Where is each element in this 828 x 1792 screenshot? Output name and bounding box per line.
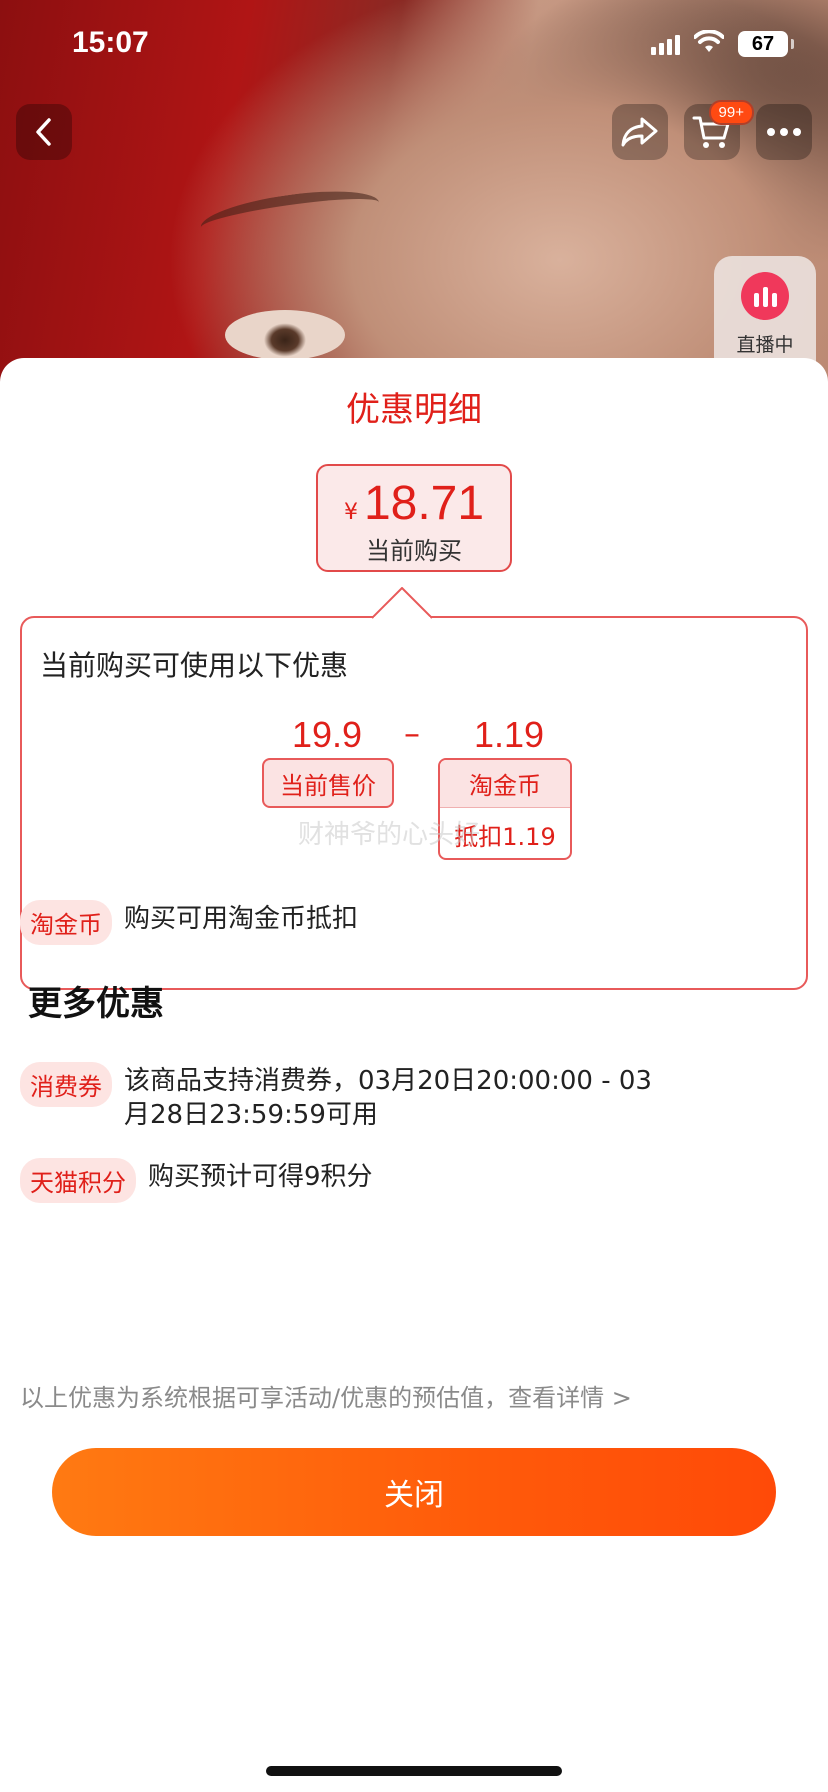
currency-symbol: ¥ <box>343 500 358 525</box>
current-price-label: 当前购买 <box>366 537 462 565</box>
photo-eyebrow <box>198 182 382 248</box>
discount-detail-sheet: 优惠明细 ¥ 18.71 当前购买 当前购买可使用以下优惠 19.9 – 1.1… <box>0 358 828 1792</box>
chevron-left-icon <box>36 118 51 146</box>
battery-icon: 67 <box>738 31 794 57</box>
consumption-voucher-row: 消费券 该商品支持消费券，03月20日20:00:00 - 03月28日23:5… <box>20 1062 680 1132</box>
share-button[interactable] <box>612 104 668 160</box>
sheet-title: 优惠明细 <box>346 390 482 430</box>
breakdown-heading: 当前购买可使用以下优惠 <box>40 649 349 682</box>
cart-count-badge: 99+ <box>708 100 754 125</box>
more-discounts-title: 更多优惠 <box>28 984 164 1024</box>
current-price-box: ¥ 18.71 当前购买 <box>316 464 512 572</box>
cart-button[interactable]: 99+ <box>684 100 754 160</box>
consumption-voucher-description: 该商品支持消费券，03月20日20:00:00 - 03月28日23:59:59… <box>124 1066 652 1130</box>
more-button[interactable] <box>756 104 812 160</box>
photo-eye <box>225 310 345 360</box>
more-dots-icon <box>767 128 801 136</box>
taojinbi-tag-label: 淘金币 <box>440 760 570 808</box>
live-label: 直播中 <box>736 334 794 356</box>
cellular-signal-icon <box>651 33 680 55</box>
current-price: 18.71 <box>363 477 485 530</box>
taojinbi-row: 淘金币 购买可用淘金币抵扣 <box>20 900 358 945</box>
disclaimer-link[interactable]: 以上优惠为系统根据可享活动/优惠的预估值，查看详情 > <box>20 1378 632 1413</box>
taojinbi-description: 购买可用淘金币抵扣 <box>124 904 359 934</box>
close-button[interactable]: 关闭 <box>52 1448 776 1536</box>
product-photo <box>0 0 828 400</box>
wifi-icon <box>693 29 725 58</box>
live-bars-icon <box>741 272 789 320</box>
discount-value: 1.19 <box>474 714 545 755</box>
original-price-value: 19.9 <box>292 714 363 755</box>
share-icon <box>621 117 658 147</box>
consumption-voucher-badge: 消费券 <box>20 1062 112 1107</box>
taojinbi-badge: 淘金币 <box>20 900 112 945</box>
current-sale-price-tag: 当前售价 <box>262 758 394 808</box>
tmall-points-description: 购买预计可得9积分 <box>148 1162 373 1192</box>
watermark-text: 财神爷的心头好 <box>298 820 481 850</box>
back-button[interactable] <box>16 104 72 160</box>
tmall-points-badge: 天猫积分 <box>20 1158 136 1203</box>
minus-operator: – <box>404 714 420 752</box>
status-time: 15:07 <box>72 26 149 59</box>
status-icons: 67 <box>651 29 794 58</box>
home-indicator <box>266 1766 562 1776</box>
tmall-points-row: 天猫积分 购买预计可得9积分 <box>20 1158 373 1203</box>
